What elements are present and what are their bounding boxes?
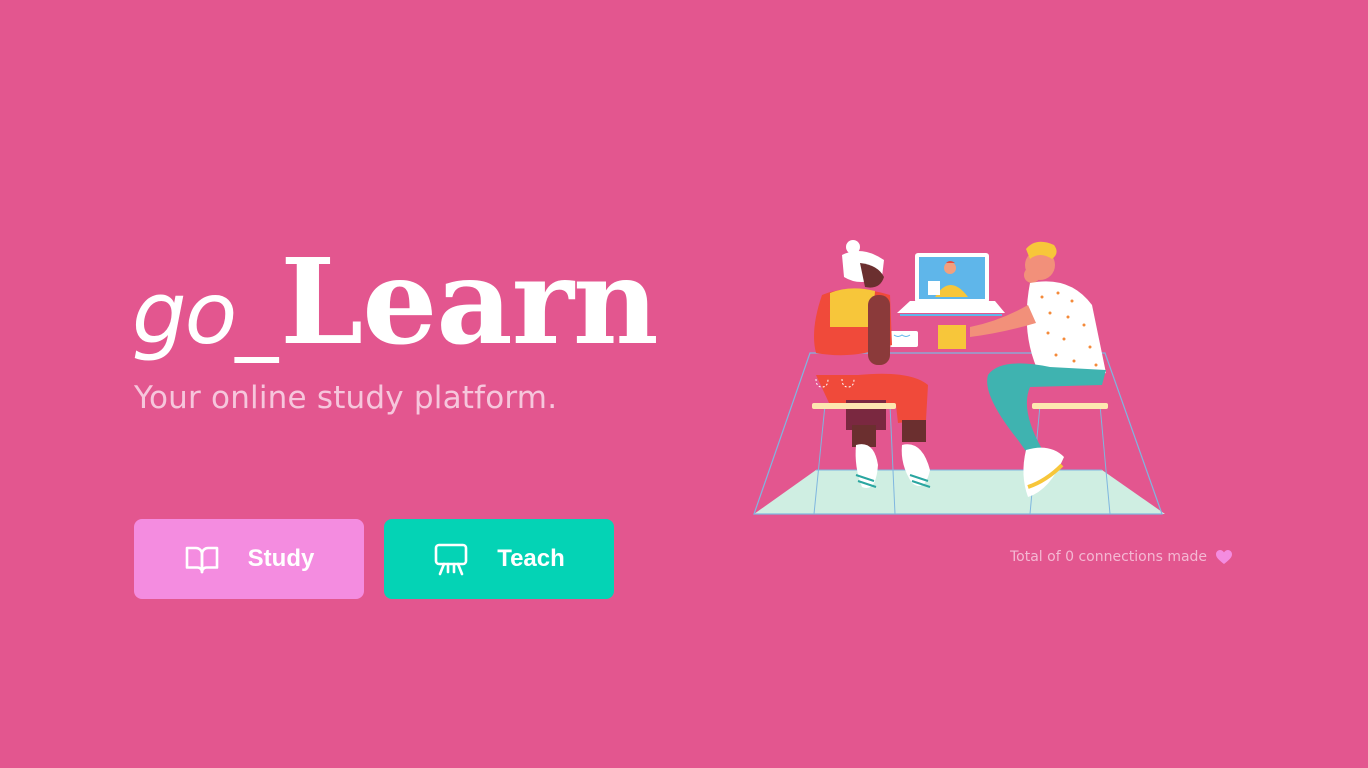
logo-main: Learn	[280, 232, 658, 371]
teach-button-label: Teach	[497, 545, 565, 572]
logo-prefix: go_	[132, 264, 278, 364]
study-button-label: Study	[247, 545, 315, 572]
hero-illustration	[750, 235, 1170, 520]
heart-icon	[1215, 549, 1233, 565]
presentation-icon	[433, 541, 469, 577]
tagline: Your online study platform.	[134, 380, 558, 416]
connections-text: Total of 0 connections made	[1010, 549, 1208, 565]
teach-button[interactable]: Teach	[384, 519, 614, 599]
landing-page: go_ Learn Your online study platform. St…	[0, 0, 1368, 768]
study-button[interactable]: Study	[134, 519, 364, 599]
logo: go_ Learn	[132, 232, 659, 371]
book-icon	[184, 541, 220, 577]
connections-counter: Total of 0 connections made	[1010, 549, 1233, 565]
